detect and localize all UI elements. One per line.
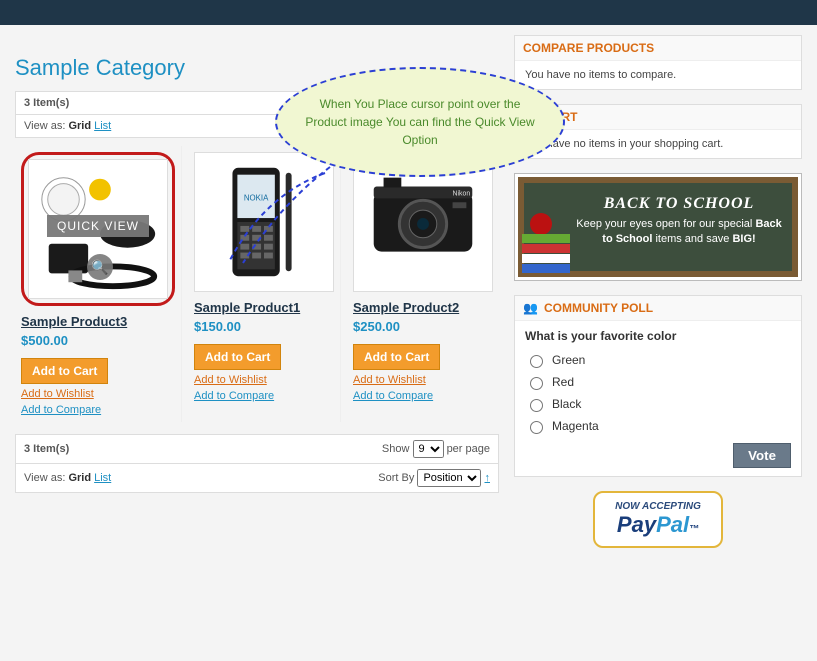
show-select[interactable]: 9 [413, 440, 444, 458]
per-page-label: per page [447, 443, 490, 455]
add-to-wishlist-link[interactable]: Add to Wishlist [194, 374, 334, 386]
compare-block: COMPARE PRODUCTS You have no items to co… [514, 35, 802, 90]
add-to-cart-button[interactable]: Add to Cart [353, 344, 440, 370]
promo-banner[interactable]: BACK TO SCHOOL Keep your eyes open for o… [514, 173, 802, 281]
product-price: $500.00 [21, 333, 175, 348]
poll-option[interactable]: Magenta [525, 415, 791, 437]
add-to-compare-link[interactable]: Add to Compare [21, 404, 175, 416]
poll-option[interactable]: Green [525, 349, 791, 371]
books-icon [522, 213, 570, 273]
sortby-label: Sort By [378, 472, 414, 484]
paypal-line1: NOW ACCEPTING [615, 501, 701, 512]
top-nav-bar [0, 0, 817, 25]
poll-option[interactable]: Black [525, 393, 791, 415]
add-to-compare-link[interactable]: Add to Compare [194, 390, 334, 402]
zoom-icon[interactable]: 🔍 [87, 254, 113, 280]
quick-view-badge[interactable]: QUICK VIEW [47, 215, 149, 237]
poll-radio[interactable] [530, 421, 543, 434]
toolbar-viewmode-bottom: View as: Grid List Sort By Position ↑ [15, 464, 499, 493]
promo-heading: BACK TO SCHOOL [576, 195, 782, 213]
paypal-badge[interactable]: NOW ACCEPTING PayPal™ [593, 491, 723, 548]
product-price: $150.00 [194, 319, 334, 334]
viewas-label: View as: [24, 120, 65, 132]
add-to-wishlist-link[interactable]: Add to Wishlist [21, 388, 175, 400]
view-grid: Grid [68, 120, 91, 132]
poll-block: 👥 COMMUNITY POLL What is your favorite c… [514, 295, 802, 477]
toolbar-count-bottom: 3 Item(s) Show 9 per page [15, 434, 499, 464]
view-list-link[interactable]: List [94, 120, 111, 132]
product-card: QUICK VIEW 🔍 Sample Product3 $500.00 Add… [15, 146, 182, 422]
add-to-cart-button[interactable]: Add to Cart [21, 358, 108, 384]
compare-body: You have no items to compare. [515, 61, 801, 89]
poll-icon: 👥 [523, 301, 538, 315]
add-to-wishlist-link[interactable]: Add to Wishlist [353, 374, 493, 386]
poll-radio[interactable] [530, 377, 543, 390]
view-grid: Grid [68, 472, 91, 484]
promo-text: Keep your eyes open for our special Back… [576, 217, 782, 248]
compare-heading: COMPARE PRODUCTS [515, 36, 801, 61]
poll-radio[interactable] [530, 355, 543, 368]
poll-option[interactable]: Red [525, 371, 791, 393]
add-to-cart-button[interactable]: Add to Cart [194, 344, 281, 370]
show-label: Show [382, 443, 410, 455]
svg-text:Nikon: Nikon [453, 190, 471, 197]
item-count: 3 Item(s) [24, 443, 69, 455]
vote-button[interactable]: Vote [733, 443, 791, 468]
poll-question: What is your favorite color [525, 329, 791, 343]
view-list-link[interactable]: List [94, 472, 111, 484]
product-card: Nikon Sample Product2 $250.00 Add to Car… [347, 146, 499, 422]
product-name-link[interactable]: Sample Product2 [353, 300, 493, 315]
product-price: $250.00 [353, 319, 493, 334]
poll-radio[interactable] [530, 399, 543, 412]
paypal-logo: PayPal™ [615, 512, 701, 538]
sort-direction-toggle[interactable]: ↑ [485, 472, 491, 484]
add-to-compare-link[interactable]: Add to Compare [353, 390, 493, 402]
product-name-link[interactable]: Sample Product1 [194, 300, 334, 315]
product-name-link[interactable]: Sample Product3 [21, 314, 175, 329]
item-count: 3 Item(s) [24, 97, 69, 109]
tooltip-callout: When You Place cursor point over the Pro… [275, 67, 565, 177]
sortby-select[interactable]: Position [417, 469, 481, 487]
callout-text: When You Place cursor point over the Pro… [303, 95, 537, 149]
hover-highlight: QUICK VIEW 🔍 [21, 152, 175, 306]
product-image-link[interactable]: QUICK VIEW 🔍 [28, 159, 168, 299]
viewas-label: View as: [24, 472, 65, 484]
poll-heading: 👥 COMMUNITY POLL [515, 296, 801, 321]
callout-tail-icon [225, 165, 335, 265]
